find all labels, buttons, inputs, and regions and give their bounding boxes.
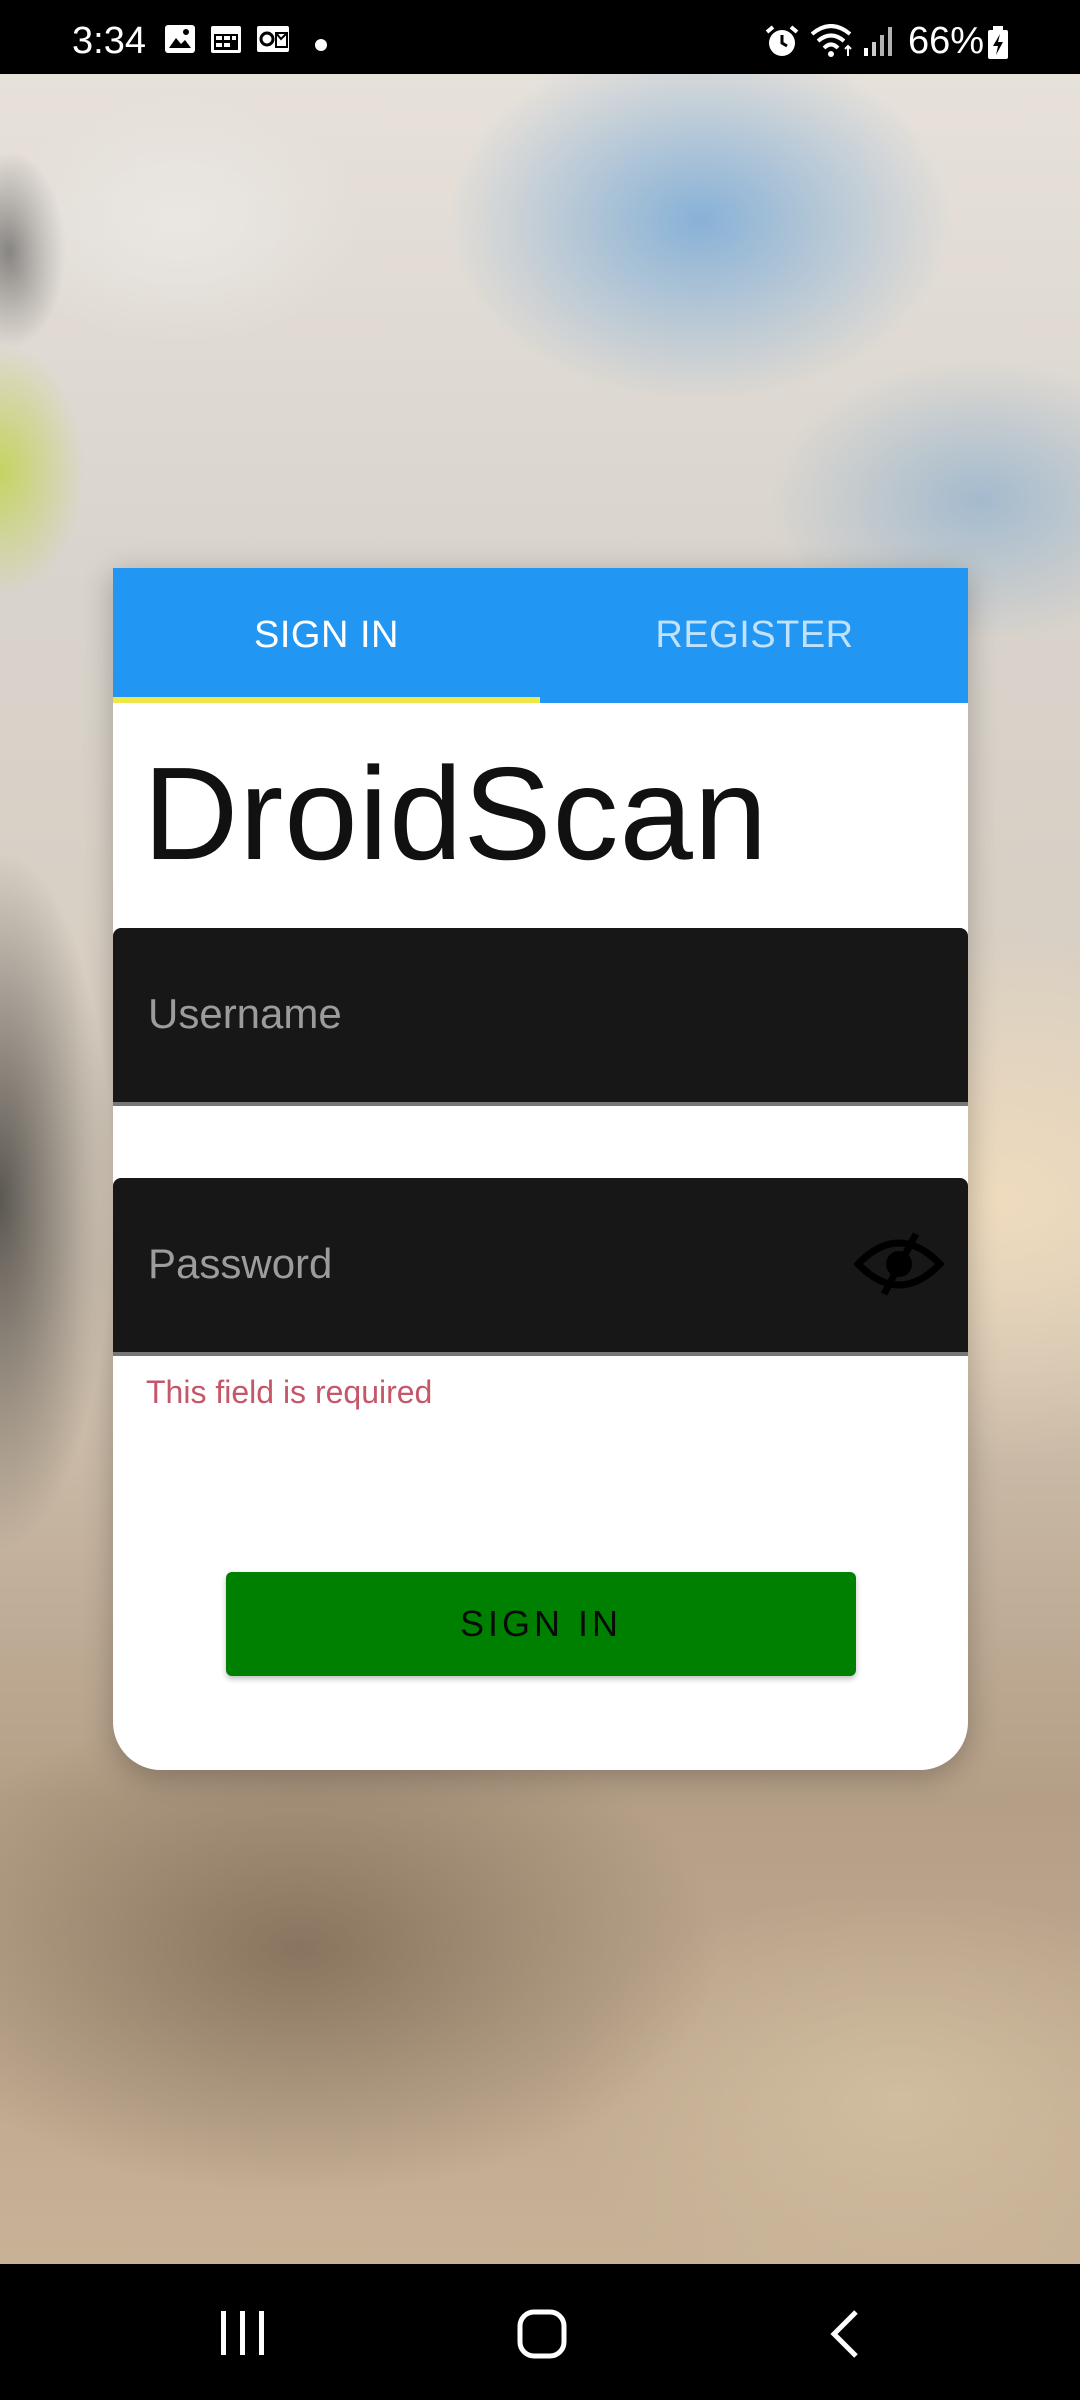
password-error-message: This field is required xyxy=(146,1374,433,1410)
tab-register[interactable]: REGISTER xyxy=(541,568,968,703)
sign-in-button[interactable]: SIGN IN xyxy=(226,1572,856,1676)
active-tab-indicator xyxy=(113,697,540,703)
eye-off-icon xyxy=(853,1232,945,1296)
app-title: DroidScan xyxy=(143,740,769,887)
battery-percentage: 66% xyxy=(908,20,985,62)
outlook-icon xyxy=(257,26,289,52)
status-bar: 3:34 66% xyxy=(0,0,1080,74)
home-icon[interactable] xyxy=(516,2308,568,2360)
navigation-bar xyxy=(0,2264,1080,2400)
back-icon[interactable] xyxy=(826,2308,862,2360)
toggle-password-visibility-button[interactable] xyxy=(853,1228,945,1298)
alarm-icon xyxy=(765,25,799,56)
auth-tab-bar: SIGN IN REGISTER xyxy=(113,568,968,703)
gallery-icon xyxy=(165,25,195,53)
calendar-icon xyxy=(211,26,241,53)
status-time: 3:34 xyxy=(72,20,146,62)
username-field[interactable] xyxy=(113,928,968,1106)
password-input[interactable] xyxy=(146,1218,800,1310)
username-input[interactable] xyxy=(146,968,910,1060)
wifi-icon xyxy=(810,24,852,57)
notification-dot-icon xyxy=(315,39,327,51)
password-field[interactable] xyxy=(113,1178,968,1356)
login-card: SIGN IN REGISTER DroidScan This field is… xyxy=(113,568,968,1770)
tab-sign-in[interactable]: SIGN IN xyxy=(113,568,540,703)
recent-apps-icon[interactable] xyxy=(218,2310,268,2356)
signal-icon xyxy=(864,27,892,56)
battery-charging-icon xyxy=(988,26,1008,59)
